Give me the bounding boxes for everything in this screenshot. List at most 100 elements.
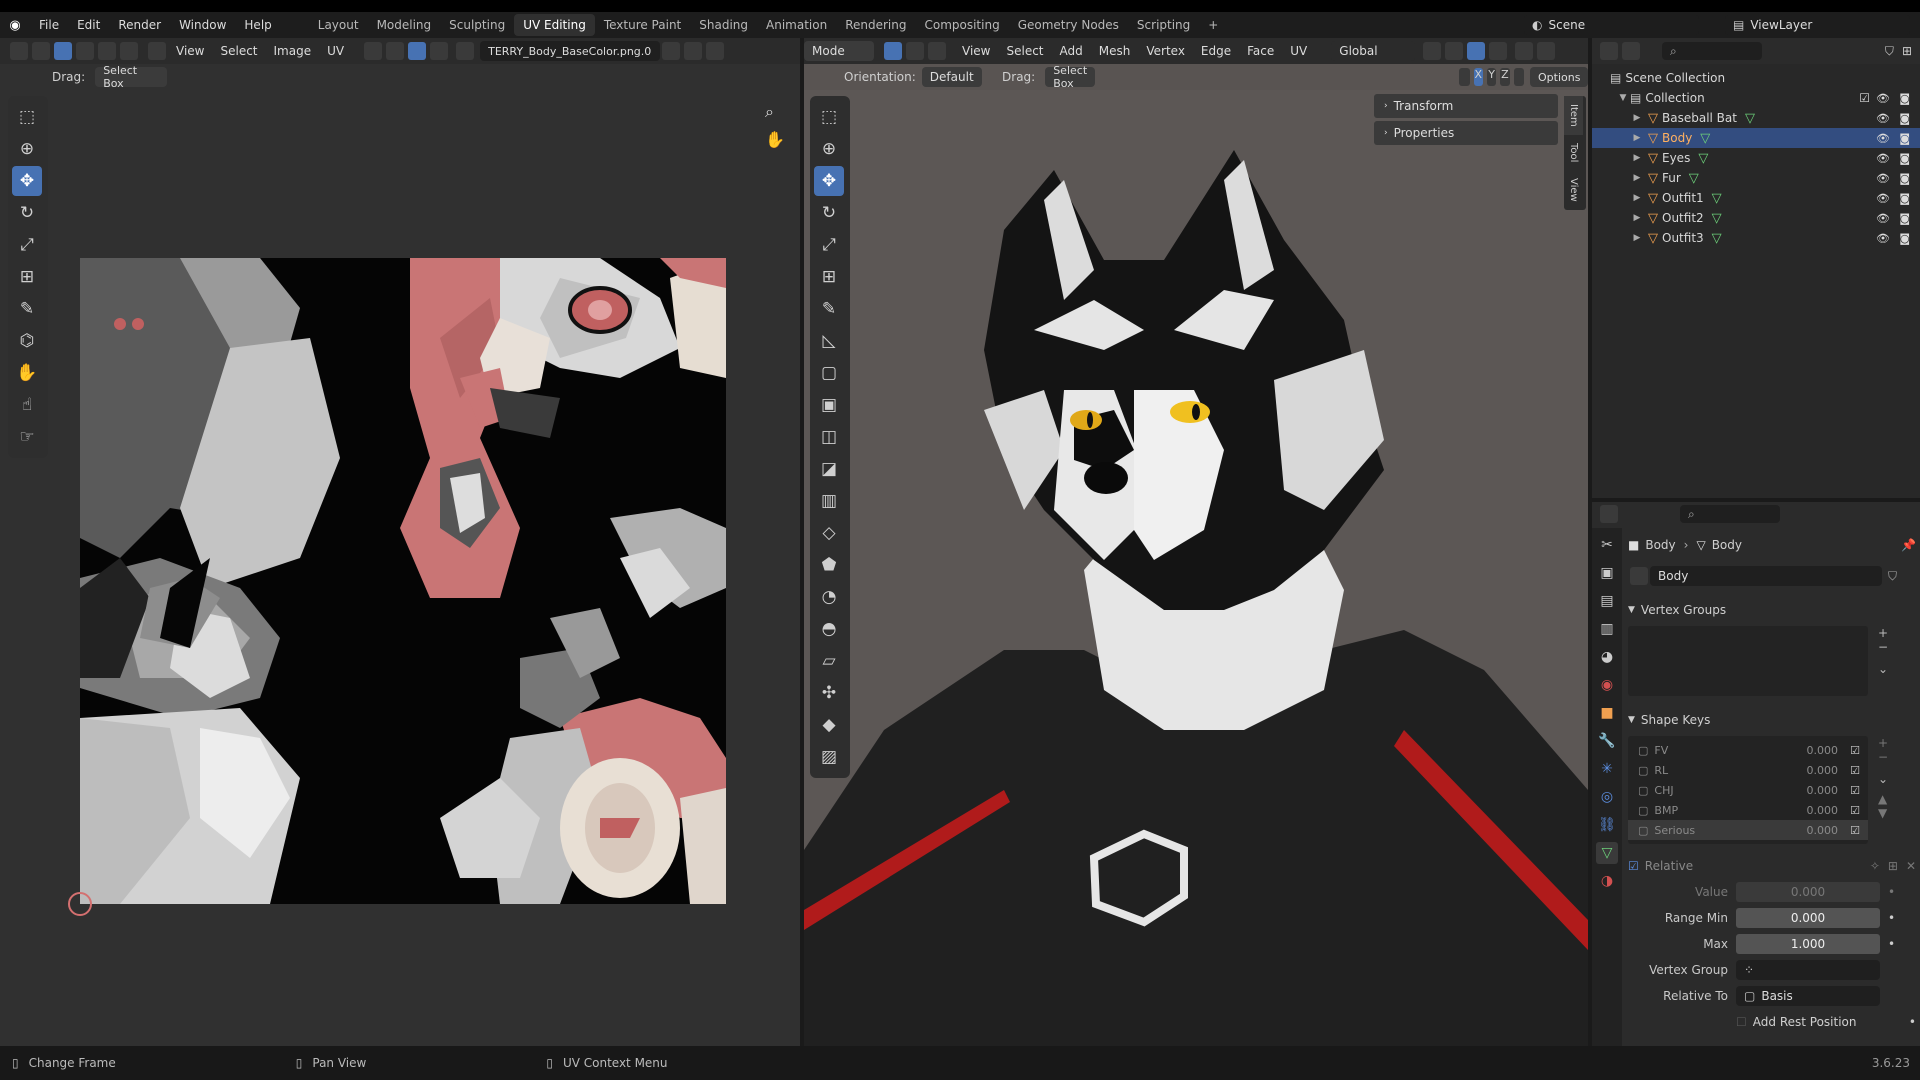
view-layer-tab-icon[interactable]: ▥: [1596, 618, 1618, 640]
extrude-icon[interactable]: ▣: [814, 390, 844, 420]
measure-icon[interactable]: ◺: [814, 326, 844, 356]
bevel-icon[interactable]: ◪: [814, 454, 844, 484]
mesh-browse-icon[interactable]: [1630, 567, 1648, 585]
tab-item[interactable]: Item: [1564, 96, 1583, 135]
physics-tab-icon[interactable]: ◎: [1596, 786, 1618, 808]
tab-scripting[interactable]: Scripting: [1128, 14, 1199, 36]
camera-icon[interactable]: ◙: [1899, 172, 1910, 185]
tab-layout[interactable]: Layout: [309, 14, 368, 36]
keyframe-dot-icon[interactable]: •: [1909, 1015, 1916, 1029]
tab-animation[interactable]: Animation: [757, 14, 836, 36]
tool-tab-icon[interactable]: ✂: [1596, 534, 1618, 556]
topology-mirror-icon[interactable]: [1513, 68, 1525, 86]
zoom-icon[interactable]: ⌕: [765, 102, 774, 122]
shape-key-checkbox[interactable]: ☑: [1850, 804, 1860, 817]
rip-icon[interactable]: ⌬: [12, 326, 42, 356]
vp-menu-view[interactable]: View: [954, 44, 998, 58]
eye-icon[interactable]: 👁: [1876, 152, 1890, 165]
scene-selector[interactable]: ◐ Scene: [1524, 15, 1699, 35]
add-icon[interactable]: +: [1878, 736, 1888, 750]
open-image-icon[interactable]: [706, 42, 725, 60]
vertex-select-icon[interactable]: [54, 42, 72, 60]
image-browse-icon[interactable]: [456, 42, 475, 60]
camera-icon[interactable]: ◙: [1899, 212, 1910, 225]
mesh-data-icon[interactable]: ▽: [1712, 231, 1722, 246]
mesh-data-icon[interactable]: ▽: [1689, 171, 1699, 186]
shield-icon[interactable]: ⛉: [1888, 569, 1897, 584]
vp-proportional-icon[interactable]: [1467, 42, 1486, 60]
loop-cut-icon[interactable]: ▥: [814, 486, 844, 516]
transform-icon[interactable]: ⊞: [12, 262, 42, 292]
outliner-editor-type-icon[interactable]: [1600, 42, 1618, 60]
shape-key-value[interactable]: 0.000: [1807, 764, 1839, 777]
scene-collection-row[interactable]: ▤ Scene Collection: [1592, 68, 1920, 88]
uv-menu-view[interactable]: View: [168, 44, 212, 58]
menu-help[interactable]: Help: [235, 18, 280, 32]
2d-cursor-icon[interactable]: [68, 892, 92, 916]
sync-selection-icon[interactable]: [32, 42, 50, 60]
outliner-item-baseball-bat[interactable]: ▶ ▽ Baseball Bat ▽ 👁 ◙: [1592, 108, 1920, 128]
pinch-icon[interactable]: ☞: [12, 422, 42, 452]
mesh-data-icon[interactable]: ▽: [1698, 151, 1708, 166]
image-name-field[interactable]: TERRY_Body_BaseColor.png.002: [480, 41, 661, 61]
add-icon[interactable]: +: [1878, 626, 1888, 640]
vp-move-icon[interactable]: ✥: [814, 166, 844, 196]
outliner-search-input[interactable]: ⌕: [1662, 42, 1762, 60]
tab-geometry-nodes[interactable]: Geometry Nodes: [1009, 14, 1128, 36]
move-down-icon[interactable]: ▼: [1878, 806, 1888, 820]
gizmo-icon[interactable]: [1537, 42, 1556, 60]
annotate-icon[interactable]: ✎: [12, 294, 42, 324]
shape-key-row[interactable]: ▢ Serious 0.000 ☑: [1628, 820, 1868, 840]
max-field[interactable]: 1.000: [1736, 934, 1880, 954]
checkbox-icon[interactable]: ☑: [1859, 91, 1870, 105]
proportional-edit-icon[interactable]: [408, 42, 427, 60]
transform-orientation-dropdown[interactable]: Global: [1331, 41, 1416, 61]
shape-key-checkbox[interactable]: ☑: [1850, 744, 1860, 757]
vp-menu-face[interactable]: Face: [1239, 44, 1282, 58]
collection-row[interactable]: ▼ ▤ Collection ☑ 👁 ◙: [1592, 88, 1920, 108]
edge-slide-icon[interactable]: ▱: [814, 646, 844, 676]
eye-icon[interactable]: 👁: [1876, 132, 1890, 145]
new-image-icon[interactable]: [684, 42, 703, 60]
tab-uv-editing[interactable]: UV Editing: [514, 14, 595, 36]
select-box-icon[interactable]: ⬚: [12, 102, 42, 132]
axis-y-toggle[interactable]: Y: [1486, 68, 1497, 86]
tab-modeling[interactable]: Modeling: [368, 14, 441, 36]
eye-icon[interactable]: 👁: [1876, 172, 1890, 185]
mesh-data-icon[interactable]: ▽: [1712, 211, 1722, 226]
data-tab-icon[interactable]: ▽: [1596, 842, 1618, 864]
modifier-tab-icon[interactable]: 🔧: [1596, 730, 1618, 752]
vertex-group-field[interactable]: ⁘: [1736, 960, 1880, 980]
range-min-field[interactable]: 0.000: [1736, 908, 1880, 928]
uv-menu-image[interactable]: Image: [266, 44, 320, 58]
eye-icon[interactable]: 👁: [1876, 232, 1890, 245]
material-tab-icon[interactable]: ◑: [1596, 870, 1618, 892]
camera-icon[interactable]: ◙: [1899, 192, 1910, 205]
camera-icon[interactable]: ◙: [1899, 152, 1910, 165]
pivot-point-icon[interactable]: [1423, 42, 1442, 60]
npanel-properties[interactable]: › Properties: [1374, 121, 1558, 145]
falloff-icon[interactable]: [430, 42, 449, 60]
keyframe-dot-icon[interactable]: •: [1888, 911, 1908, 925]
shrink-fatten-icon[interactable]: ✣: [814, 678, 844, 708]
outliner-item-eyes[interactable]: ▶ ▽ Eyes ▽ 👁 ◙: [1592, 148, 1920, 168]
eye-icon[interactable]: 👁: [1876, 112, 1890, 125]
tab-compositing[interactable]: Compositing: [915, 14, 1008, 36]
properties-editor-type-icon[interactable]: [1600, 505, 1618, 523]
chevron-down-icon[interactable]: ⌄: [1878, 772, 1888, 786]
mesh-data-icon[interactable]: ▽: [1745, 111, 1755, 126]
fake-user-icon[interactable]: [662, 42, 681, 60]
tab-texture-paint[interactable]: Texture Paint: [595, 14, 690, 36]
render-tab-icon[interactable]: ▣: [1596, 562, 1618, 584]
output-tab-icon[interactable]: ▤: [1596, 590, 1618, 612]
sticky-select-icon[interactable]: [148, 42, 166, 60]
keyframe-dot-icon[interactable]: •: [1888, 937, 1908, 951]
orientation-dropdown[interactable]: Default: [921, 67, 983, 87]
outliner-item-outfit1[interactable]: ▶ ▽ Outfit1 ▽ 👁 ◙: [1592, 188, 1920, 208]
smooth-icon[interactable]: ◓: [814, 614, 844, 644]
vp-falloff-icon[interactable]: [1489, 42, 1508, 60]
face-select-icon[interactable]: [98, 42, 116, 60]
add-workspace-button[interactable]: +: [1199, 14, 1227, 36]
eye-icon[interactable]: 👁: [1876, 192, 1890, 205]
particles-tab-icon[interactable]: ✳: [1596, 758, 1618, 780]
